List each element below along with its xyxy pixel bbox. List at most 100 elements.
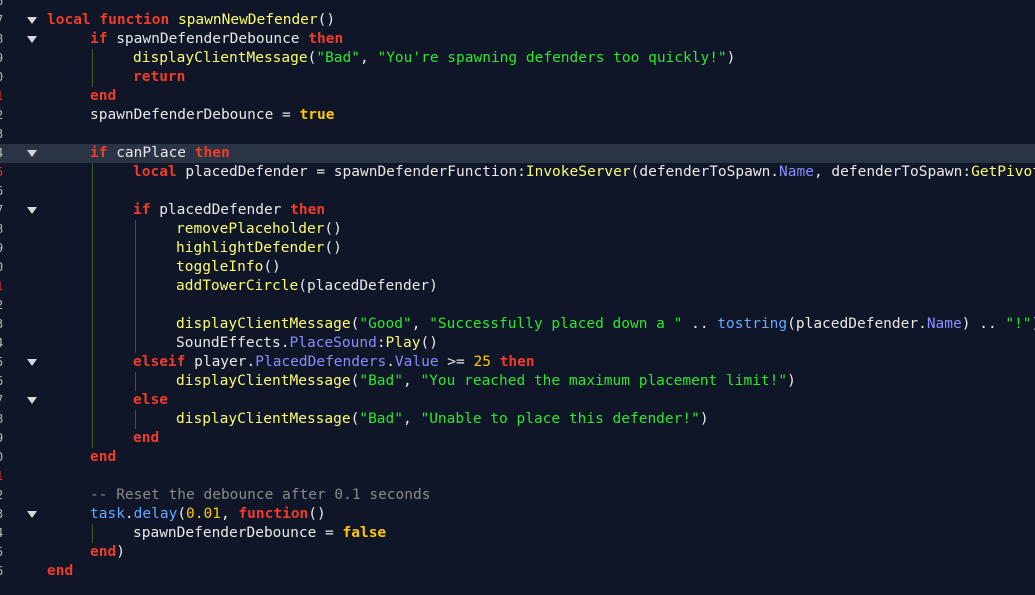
code-token: then <box>308 31 344 47</box>
code-token: GetPivot <box>971 164 1035 180</box>
code-token: () <box>420 335 438 351</box>
code-text: displayClientMessage("Bad", "You reached… <box>176 372 796 391</box>
code-text: end) <box>90 543 125 562</box>
code-line[interactable]: 0 toggleInfo() <box>0 258 1035 277</box>
code-token: "Good" <box>359 316 412 332</box>
code-token: displayClientMessage <box>176 411 351 427</box>
code-line[interactable]: 6 <box>0 182 1035 201</box>
code-line[interactable]: 5 elseif player.PlacedDefenders.Value >= … <box>0 353 1035 372</box>
code-line[interactable]: 7 if placedDefender then <box>0 201 1035 220</box>
code-line[interactable]: 1 end <box>0 87 1035 106</box>
code-line[interactable]: 8 displayClientMessage("Bad", "Unable to … <box>0 410 1035 429</box>
fold-arrow-icon[interactable] <box>27 359 37 366</box>
code-line[interactable]: 1 addTowerCircle(placedDefender) <box>0 277 1035 296</box>
code-token: "!" <box>1005 316 1032 332</box>
line-number: 2 <box>0 486 6 505</box>
indent-guide <box>135 372 136 391</box>
code-token: InvokeServer <box>525 164 631 180</box>
code-line[interactable]: 2 -- Reset the debounce after 0.1 seconds <box>0 486 1035 505</box>
code-token: spawnDefenderDebounce = <box>133 525 343 541</box>
code-token: displayClientMessage <box>176 316 351 332</box>
code-token: if <box>90 145 108 161</box>
code-line[interactable]: 6 displayClientMessage("Bad", "You reache… <box>0 372 1035 391</box>
code-token: . <box>124 506 134 522</box>
line-number: 7 <box>0 11 6 30</box>
code-line[interactable]: 0 return <box>0 68 1035 87</box>
line-number: 3 <box>0 505 6 524</box>
code-token: PlacedDefenders <box>255 354 387 370</box>
code-text: displayClientMessage("Good", "Successful… <box>176 315 1035 334</box>
code-token: , <box>411 316 430 332</box>
line-number: 0 <box>0 258 6 277</box>
line-number: 2 <box>0 296 6 315</box>
code-line[interactable]: 2 spawnDefenderDebounce = true <box>0 106 1035 125</box>
code-token: "You're spawning defenders too quickly!" <box>377 50 727 66</box>
code-line[interactable]: 7 local function spawnNewDefender() <box>0 11 1035 30</box>
code-line[interactable]: 4 if canPlace then <box>0 144 1035 163</box>
code-line[interactable]: 2 <box>0 296 1035 315</box>
code-text: local function spawnNewDefender() <box>47 11 335 30</box>
code-line[interactable]: 3 displayClientMessage("Good", "Successfu… <box>0 315 1035 334</box>
code-token: "You reached the maximum placement limit… <box>420 373 788 389</box>
code-line[interactable]: 3 task.delay(0.01, function() <box>0 505 1035 524</box>
indent-guide <box>135 410 136 429</box>
code-text: end <box>90 87 116 106</box>
code-token: 25 <box>473 354 491 370</box>
code-token: end <box>47 563 74 579</box>
code-token: function <box>238 506 309 522</box>
fold-arrow-icon[interactable] <box>27 207 37 214</box>
code-line[interactable]: 1 <box>0 467 1035 486</box>
code-line[interactable]: 5 end) <box>0 543 1035 562</box>
code-line[interactable]: 8 if spawnDefenderDebounce then <box>0 30 1035 49</box>
code-token: if <box>133 202 151 218</box>
fold-arrow-icon[interactable] <box>27 511 37 518</box>
line-number: 7 <box>0 201 6 220</box>
code-token: spawnDefenderDebounce = <box>90 107 300 123</box>
code-text: displayClientMessage("Bad", "You're spaw… <box>133 49 735 68</box>
line-number: 6 <box>0 0 6 11</box>
code-token: false <box>342 525 387 541</box>
code-token: canPlace <box>107 145 195 161</box>
code-line[interactable]: 9 end <box>0 429 1035 448</box>
code-editor[interactable]: 67local function spawnNewDefender()8if s… <box>0 0 1035 595</box>
fold-arrow-icon[interactable] <box>27 36 37 43</box>
code-line[interactable]: 7 else <box>0 391 1035 410</box>
code-line[interactable]: 3 <box>0 125 1035 144</box>
line-number: 0 <box>0 68 6 87</box>
code-line[interactable]: 0 end <box>0 448 1035 467</box>
line-number: 8 <box>0 220 6 239</box>
code-token: elseif <box>133 354 186 370</box>
code-token: ) <box>726 50 736 66</box>
line-number: 6 <box>0 372 6 391</box>
code-line[interactable]: 9 highlightDefender() <box>0 239 1035 258</box>
code-token: end <box>90 449 117 465</box>
code-token: spawnDefenderDebounce <box>107 31 309 47</box>
code-token: ) <box>787 373 796 389</box>
code-line[interactable]: 6 <box>0 0 1035 11</box>
fold-arrow-icon[interactable] <box>27 150 37 157</box>
code-line[interactable]: 9 displayClientMessage("Bad", "You're spa… <box>0 49 1035 68</box>
code-token: Play <box>385 335 421 351</box>
code-line[interactable]: 5 local placedDefender = spawnDefenderFun… <box>0 163 1035 182</box>
code-text: elseif player.PlacedDefenders.Value >= 2… <box>133 353 535 372</box>
fold-arrow-icon[interactable] <box>27 397 37 404</box>
code-area[interactable]: 67local function spawnNewDefender()8if s… <box>0 0 1035 595</box>
code-text: else <box>133 391 168 410</box>
line-number: 6 <box>0 562 6 581</box>
code-token: , defenderToSpawn: <box>813 164 972 180</box>
code-token: Name <box>926 316 962 332</box>
code-line[interactable]: 4 spawnDefenderDebounce = false <box>0 524 1035 543</box>
line-number: 4 <box>0 144 6 163</box>
line-number: 4 <box>0 524 6 543</box>
fold-arrow-icon[interactable] <box>27 17 37 24</box>
code-text: if canPlace then <box>90 144 230 163</box>
code-text: spawnDefenderDebounce = true <box>90 106 334 125</box>
code-line[interactable]: 4 SoundEffects.PlaceSound:Play() <box>0 334 1035 353</box>
code-text: if spawnDefenderDebounce then <box>90 30 343 49</box>
code-line[interactable]: 8 removePlaceholder() <box>0 220 1035 239</box>
code-token: SoundEffects. <box>176 335 290 351</box>
code-text: highlightDefender() <box>176 239 342 258</box>
code-token: else <box>133 392 168 408</box>
code-line[interactable]: 6 end <box>0 562 1035 581</box>
